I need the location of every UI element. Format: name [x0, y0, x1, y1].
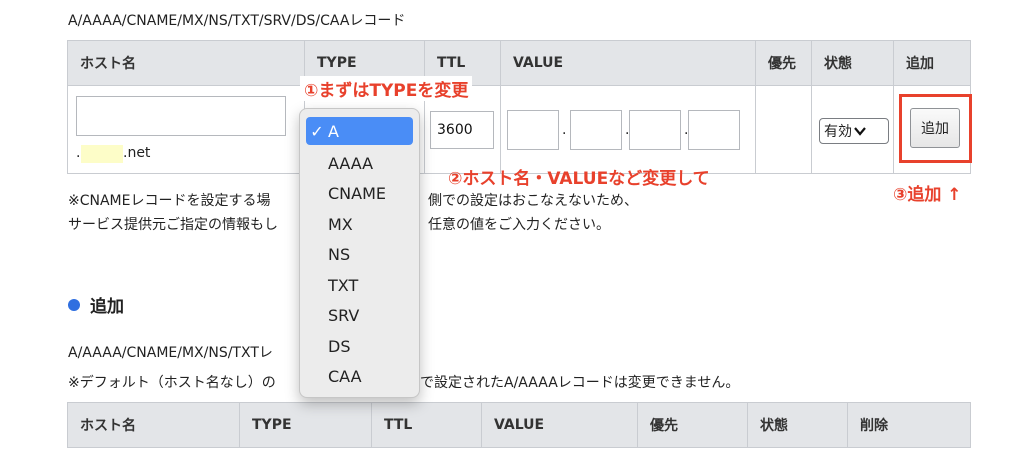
masked-domain: [81, 145, 123, 163]
type-option-mx[interactable]: MX: [306, 210, 413, 238]
header-host: ホスト名: [67, 402, 240, 448]
section2-note-b: で設定されたA/AAAAレコードは変更できません。: [420, 375, 740, 391]
type-option-aaaa[interactable]: AAAA: [306, 149, 413, 177]
note-line1-a: ※CNAMEレコードを設定する場: [68, 193, 271, 209]
status-select[interactable]: 有効: [819, 118, 889, 144]
value-octet-4-input[interactable]: [688, 110, 740, 150]
header-priority: 優先: [755, 40, 812, 86]
record-list-table: ホスト名 TYPE TTL VALUE 優先 状態 削除: [67, 402, 971, 448]
type-dropdown[interactable]: ✓ A AAAA CNAME MX NS TXT SRV DS CAA: [299, 108, 420, 398]
type-option-cname[interactable]: CNAME: [306, 179, 413, 207]
status-select-value: 有効: [824, 124, 852, 140]
annotation-step1: ①まずはTYPEを変更: [300, 76, 473, 101]
type-option-label: SRV: [328, 305, 360, 325]
host-prefix-dot: .: [76, 145, 81, 161]
chevron-down-icon: [854, 127, 866, 136]
type-option-label: AAAA: [328, 153, 374, 173]
type-option-label: DS: [328, 336, 351, 356]
record-types-caption: A/AAAA/CNAME/MX/NS/TXT/SRV/DS/CAAレコード: [68, 13, 406, 29]
type-option-ds[interactable]: DS: [306, 332, 413, 360]
type-option-label: CNAME: [328, 183, 386, 203]
type-option-caa[interactable]: CAA: [306, 362, 413, 390]
value-octet-1-input[interactable]: [507, 110, 559, 150]
note-line2-b: 任意の値をご入力ください。: [428, 217, 610, 233]
bullet-icon: [68, 298, 80, 311]
type-option-label: A: [328, 121, 339, 141]
header-value: VALUE: [500, 40, 756, 86]
type-option-label: MX: [328, 214, 353, 234]
header-host: ホスト名: [67, 40, 305, 86]
header-status: 状態: [747, 402, 848, 448]
ttl-input[interactable]: 3600: [430, 111, 494, 149]
section-add-title: 追加: [68, 292, 124, 317]
note-line1-b: 側での設定はおこなえないため、: [428, 193, 638, 209]
priority-cell: [755, 85, 812, 174]
header-delete: 削除: [847, 402, 971, 448]
header-priority: 優先: [637, 402, 748, 448]
section-add-label: 追加: [90, 297, 124, 317]
value-dot: .: [562, 122, 567, 138]
add-button[interactable]: 追加: [910, 108, 960, 148]
host-name-input[interactable]: [76, 96, 286, 136]
table-header-row: ホスト名 TYPE TTL VALUE 優先 状態 追加: [67, 40, 971, 86]
host-suffix: .net: [123, 145, 151, 161]
table-header-row: ホスト名 TYPE TTL VALUE 優先 状態 削除: [67, 402, 971, 448]
type-option-a[interactable]: ✓ A: [306, 117, 413, 145]
annotation-step2: ②ホスト名・VALUEなど変更して: [448, 169, 710, 189]
header-ttl: TTL: [371, 402, 482, 448]
type-option-label: NS: [328, 244, 351, 264]
header-type: TYPE: [239, 402, 372, 448]
type-option-ns[interactable]: NS: [306, 240, 413, 268]
type-option-srv[interactable]: SRV: [306, 301, 413, 329]
checkmark-icon: ✓: [310, 121, 324, 141]
value-octet-2-input[interactable]: [570, 110, 622, 150]
header-value: VALUE: [481, 402, 638, 448]
section2-caption: A/AAAA/CNAME/MX/NS/TXTレ: [68, 345, 273, 361]
header-status: 状態: [811, 40, 894, 86]
header-add: 追加: [893, 40, 971, 86]
type-option-label: CAA: [328, 366, 362, 386]
section2-note-a: ※デフォルト（ホスト名なし）の: [68, 375, 276, 391]
value-octet-3-input[interactable]: [629, 110, 681, 150]
type-option-txt[interactable]: TXT: [306, 271, 413, 299]
note-line2-a: サービス提供元ご指定の情報もし: [68, 217, 278, 233]
type-option-label: TXT: [328, 275, 359, 295]
annotation-step3: ③追加 ↑: [893, 185, 962, 205]
